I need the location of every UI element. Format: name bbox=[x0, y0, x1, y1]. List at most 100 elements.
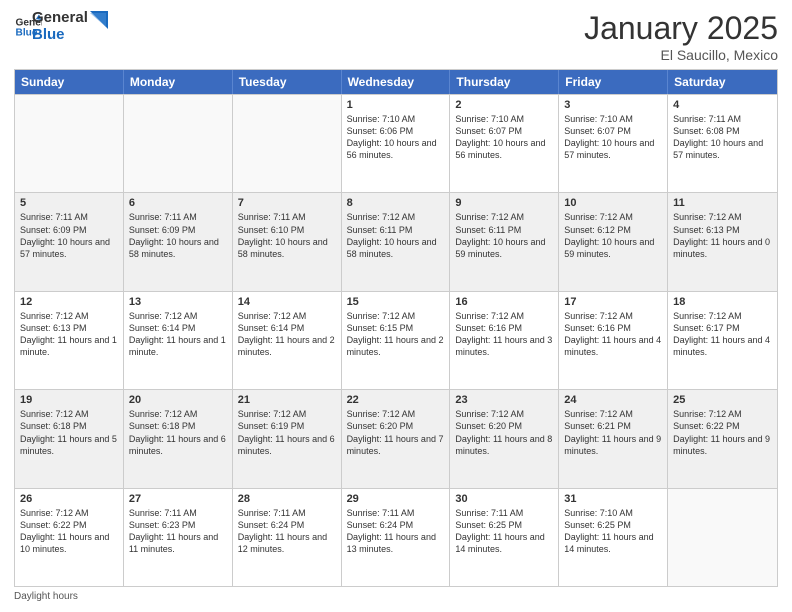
header-day-saturday: Saturday bbox=[668, 70, 777, 94]
calendar: SundayMondayTuesdayWednesdayThursdayFrid… bbox=[14, 69, 778, 587]
logo-general: General bbox=[32, 10, 88, 27]
day-info-20: Sunrise: 7:12 AM Sunset: 6:18 PM Dayligh… bbox=[129, 408, 227, 457]
day-cell-27: 27Sunrise: 7:11 AM Sunset: 6:23 PM Dayli… bbox=[124, 489, 233, 586]
day-cell-21: 21 Sunrise: 7:12 AM Sunset: 6:19 PM Dayli… bbox=[233, 390, 342, 487]
day-info-26: Sunrise: 7:12 AM Sunset: 6:22 PM Dayligh… bbox=[20, 507, 118, 556]
day-info-18: Sunrise: 7:12 AM Sunset: 6:17 PM Dayligh… bbox=[673, 310, 772, 359]
day-cell-empty bbox=[233, 95, 342, 192]
day-number-13: 13 bbox=[129, 296, 227, 308]
day-cell-5: 5 Sunrise: 7:11 AM Sunset: 6:09 PM Daylig… bbox=[15, 193, 124, 290]
header: General Blue General Blue January 2025 E… bbox=[14, 10, 778, 63]
day-info-27: Sunrise: 7:11 AM Sunset: 6:23 PM Dayligh… bbox=[129, 507, 227, 556]
day-cell-22: 22 Sunrise: 7:12 AM Sunset: 6:20 PM Dayli… bbox=[342, 390, 451, 487]
day-cell-20: 20 Sunrise: 7:12 AM Sunset: 6:18 PM Dayli… bbox=[124, 390, 233, 487]
day-cell-7: 7 Sunrise: 7:11 AM Sunset: 6:10 PM Daylig… bbox=[233, 193, 342, 290]
day-info-19: Sunrise: 7:12 AM Sunset: 6:18 PM Dayligh… bbox=[20, 408, 118, 457]
day-number-22: 22 bbox=[347, 394, 445, 406]
day-cell-empty bbox=[124, 95, 233, 192]
day-info-12: Sunrise: 7:12 AM Sunset: 6:13 PM Dayligh… bbox=[20, 310, 118, 359]
day-info-30: Sunrise: 7:11 AM Sunset: 6:25 PM Dayligh… bbox=[455, 507, 553, 556]
day-number-10: 10 bbox=[564, 197, 662, 209]
day-cell-12: 12Sunrise: 7:12 AM Sunset: 6:13 PM Dayli… bbox=[15, 292, 124, 389]
day-cell-31: 31Sunrise: 7:10 AM Sunset: 6:25 PM Dayli… bbox=[559, 489, 668, 586]
day-cell-26: 26Sunrise: 7:12 AM Sunset: 6:22 PM Dayli… bbox=[15, 489, 124, 586]
day-info-7: Sunrise: 7:11 AM Sunset: 6:10 PM Dayligh… bbox=[238, 211, 336, 260]
day-number-8: 8 bbox=[347, 197, 445, 209]
day-info-24: Sunrise: 7:12 AM Sunset: 6:21 PM Dayligh… bbox=[564, 408, 662, 457]
day-cell-4: 4 Sunrise: 7:11 AM Sunset: 6:08 PM Daylig… bbox=[668, 95, 777, 192]
day-info-5: Sunrise: 7:11 AM Sunset: 6:09 PM Dayligh… bbox=[20, 211, 118, 260]
day-number-19: 19 bbox=[20, 394, 118, 406]
day-cell-13: 13Sunrise: 7:12 AM Sunset: 6:14 PM Dayli… bbox=[124, 292, 233, 389]
day-info-21: Sunrise: 7:12 AM Sunset: 6:19 PM Dayligh… bbox=[238, 408, 336, 457]
day-number-7: 7 bbox=[238, 197, 336, 209]
day-info-1: Sunrise: 7:10 AM Sunset: 6:06 PM Dayligh… bbox=[347, 113, 445, 162]
header-day-thursday: Thursday bbox=[450, 70, 559, 94]
day-number-4: 4 bbox=[673, 99, 772, 111]
day-number-1: 1 bbox=[347, 99, 445, 111]
day-info-15: Sunrise: 7:12 AM Sunset: 6:15 PM Dayligh… bbox=[347, 310, 445, 359]
day-number-30: 30 bbox=[455, 493, 553, 505]
day-number-21: 21 bbox=[238, 394, 336, 406]
day-info-8: Sunrise: 7:12 AM Sunset: 6:11 PM Dayligh… bbox=[347, 211, 445, 260]
day-number-17: 17 bbox=[564, 296, 662, 308]
month-title: January 2025 bbox=[584, 10, 778, 47]
day-cell-24: 24 Sunrise: 7:12 AM Sunset: 6:21 PM Dayli… bbox=[559, 390, 668, 487]
day-info-28: Sunrise: 7:11 AM Sunset: 6:24 PM Dayligh… bbox=[238, 507, 336, 556]
day-cell-2: 2Sunrise: 7:10 AM Sunset: 6:07 PM Daylig… bbox=[450, 95, 559, 192]
day-cell-11: 11Sunrise: 7:12 AM Sunset: 6:13 PM Dayli… bbox=[668, 193, 777, 290]
day-cell-18: 18 Sunrise: 7:12 AM Sunset: 6:17 PM Dayli… bbox=[668, 292, 777, 389]
day-cell-3: 3 Sunrise: 7:10 AM Sunset: 6:07 PM Daylig… bbox=[559, 95, 668, 192]
day-info-3: Sunrise: 7:10 AM Sunset: 6:07 PM Dayligh… bbox=[564, 113, 662, 162]
calendar-row-2: 5 Sunrise: 7:11 AM Sunset: 6:09 PM Daylig… bbox=[15, 192, 777, 290]
day-info-22: Sunrise: 7:12 AM Sunset: 6:20 PM Dayligh… bbox=[347, 408, 445, 457]
day-number-9: 9 bbox=[455, 197, 553, 209]
day-number-28: 28 bbox=[238, 493, 336, 505]
day-number-23: 23 bbox=[455, 394, 553, 406]
day-number-6: 6 bbox=[129, 197, 227, 209]
day-info-2: Sunrise: 7:10 AM Sunset: 6:07 PM Dayligh… bbox=[455, 113, 553, 162]
page: General Blue General Blue January 2025 E… bbox=[0, 0, 792, 612]
logo-blue: Blue bbox=[32, 27, 88, 44]
day-cell-6: 6 Sunrise: 7:11 AM Sunset: 6:09 PM Daylig… bbox=[124, 193, 233, 290]
day-cell-14: 14 Sunrise: 7:12 AM Sunset: 6:14 PM Dayli… bbox=[233, 292, 342, 389]
calendar-body: 1 Sunrise: 7:10 AM Sunset: 6:06 PM Daylig… bbox=[15, 94, 777, 586]
calendar-row-1: 1 Sunrise: 7:10 AM Sunset: 6:06 PM Daylig… bbox=[15, 94, 777, 192]
day-info-6: Sunrise: 7:11 AM Sunset: 6:09 PM Dayligh… bbox=[129, 211, 227, 260]
day-number-31: 31 bbox=[564, 493, 662, 505]
day-cell-29: 29Sunrise: 7:11 AM Sunset: 6:24 PM Dayli… bbox=[342, 489, 451, 586]
day-cell-19: 19 Sunrise: 7:12 AM Sunset: 6:18 PM Dayli… bbox=[15, 390, 124, 487]
day-number-11: 11 bbox=[673, 197, 772, 209]
day-number-29: 29 bbox=[347, 493, 445, 505]
day-number-5: 5 bbox=[20, 197, 118, 209]
day-cell-empty bbox=[668, 489, 777, 586]
header-day-sunday: Sunday bbox=[15, 70, 124, 94]
day-info-9: Sunrise: 7:12 AM Sunset: 6:11 PM Dayligh… bbox=[455, 211, 553, 260]
day-cell-10: 10 Sunrise: 7:12 AM Sunset: 6:12 PM Dayli… bbox=[559, 193, 668, 290]
day-cell-8: 8 Sunrise: 7:12 AM Sunset: 6:11 PM Daylig… bbox=[342, 193, 451, 290]
day-cell-16: 16Sunrise: 7:12 AM Sunset: 6:16 PM Dayli… bbox=[450, 292, 559, 389]
day-number-14: 14 bbox=[238, 296, 336, 308]
day-info-14: Sunrise: 7:12 AM Sunset: 6:14 PM Dayligh… bbox=[238, 310, 336, 359]
day-info-17: Sunrise: 7:12 AM Sunset: 6:16 PM Dayligh… bbox=[564, 310, 662, 359]
day-cell-9: 9 Sunrise: 7:12 AM Sunset: 6:11 PM Daylig… bbox=[450, 193, 559, 290]
day-number-3: 3 bbox=[564, 99, 662, 111]
header-day-monday: Monday bbox=[124, 70, 233, 94]
day-number-16: 16 bbox=[455, 296, 553, 308]
location-subtitle: El Saucillo, Mexico bbox=[584, 47, 778, 63]
day-number-20: 20 bbox=[129, 394, 227, 406]
day-cell-15: 15Sunrise: 7:12 AM Sunset: 6:15 PM Dayli… bbox=[342, 292, 451, 389]
header-day-wednesday: Wednesday bbox=[342, 70, 451, 94]
day-number-24: 24 bbox=[564, 394, 662, 406]
footer: Daylight hours bbox=[14, 591, 778, 602]
day-info-10: Sunrise: 7:12 AM Sunset: 6:12 PM Dayligh… bbox=[564, 211, 662, 260]
day-number-18: 18 bbox=[673, 296, 772, 308]
day-cell-17: 17 Sunrise: 7:12 AM Sunset: 6:16 PM Dayli… bbox=[559, 292, 668, 389]
day-cell-empty bbox=[15, 95, 124, 192]
day-cell-23: 23 Sunrise: 7:12 AM Sunset: 6:20 PM Dayli… bbox=[450, 390, 559, 487]
logo-triangle-icon bbox=[90, 11, 108, 33]
calendar-header: SundayMondayTuesdayWednesdayThursdayFrid… bbox=[15, 70, 777, 94]
day-info-4: Sunrise: 7:11 AM Sunset: 6:08 PM Dayligh… bbox=[673, 113, 772, 162]
day-info-23: Sunrise: 7:12 AM Sunset: 6:20 PM Dayligh… bbox=[455, 408, 553, 457]
day-number-25: 25 bbox=[673, 394, 772, 406]
